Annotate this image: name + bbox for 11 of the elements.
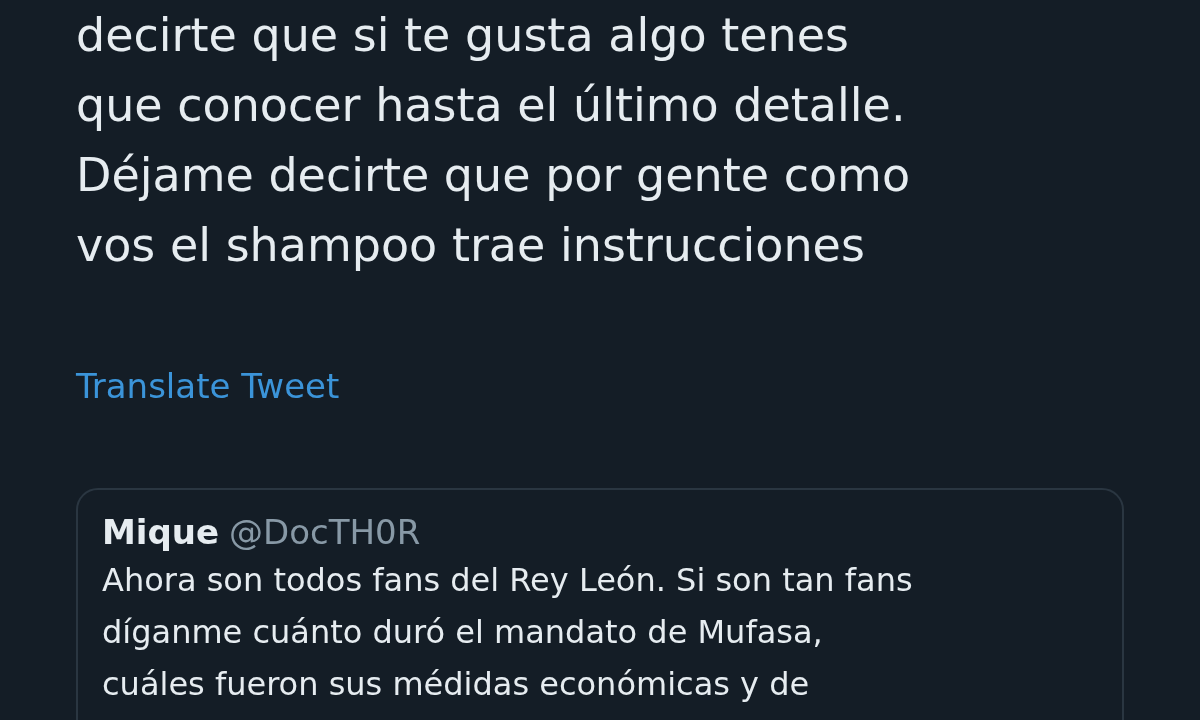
quoted-text-line: cuáles fueron sus médidas económicas y de [102, 664, 810, 705]
translate-tweet-link[interactable]: Translate Tweet [76, 366, 340, 406]
quoted-author-handle: @DocTH0R [229, 511, 421, 554]
tweet-text-line: que conocer hasta el último detalle. [76, 77, 906, 134]
quoted-author-name: Mique [102, 511, 220, 554]
tweet-text-line: decirte que si te gusta algo tenes [76, 7, 849, 64]
quoted-tweet-card[interactable]: Mique @DocTH0R Ahora son todos fans del Rey León. Si son tan fans díganme cuánto duró el mandato de Mufasa, cuáles fueron sus médidas económicas y de [76, 488, 1124, 720]
tweet-text-line: vos el shampoo trae instrucciones [76, 217, 865, 274]
tweet-text-line: Déjame decirte que por gente como [76, 147, 911, 204]
quoted-text-line: Ahora son todos fans del Rey León. Si son tan fans [102, 560, 913, 601]
quoted-text-line: díganme cuánto duró el mandato de Mufasa, [102, 612, 823, 653]
